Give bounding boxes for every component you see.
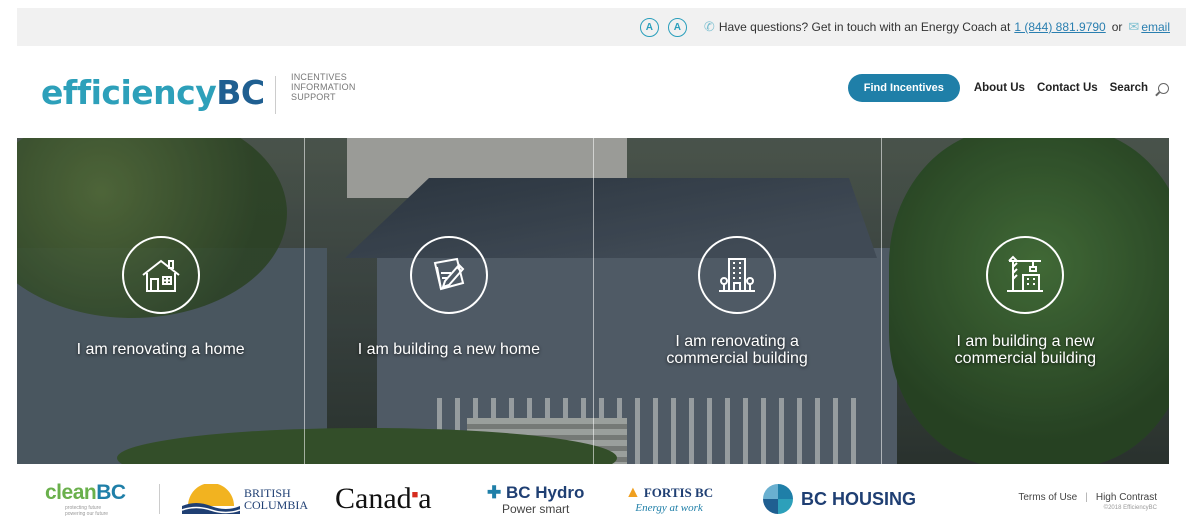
bchydro-icon: ✚ — [487, 483, 506, 502]
cleanbc-logo[interactable]: cleanBC protecting future powering our f… — [45, 470, 126, 528]
panel-label: I am renovating a commercial building — [594, 333, 881, 367]
font-decrease-button[interactable]: A — [667, 17, 687, 37]
tagline-line: INFORMATION — [291, 82, 356, 92]
fortis-sub: Energy at work — [635, 502, 703, 514]
bc-sun-icon — [182, 484, 240, 514]
font-increase-button[interactable]: A — [639, 17, 659, 37]
fortis-wordmark: ▲ FORTIS BC — [625, 484, 713, 502]
logo-text-bc: BC — [216, 73, 265, 112]
bchydro-text: BC Hydro — [505, 483, 585, 502]
canada-wordmark[interactable]: Canad ■ a — [335, 470, 432, 528]
cleanbc-bc: BC — [96, 481, 126, 504]
footer-divider — [159, 484, 160, 514]
question-text: Have questions? Get in touch with an Ene… — [718, 20, 1011, 34]
copyright: ©2018 EfficiencyBC — [1103, 505, 1157, 511]
nav-search[interactable]: Search — [1110, 82, 1148, 94]
mail-icon: ✉ — [1128, 19, 1140, 34]
bcgov-line: COLUMBIA — [244, 498, 309, 512]
footer: cleanBC protecting future powering our f… — [17, 470, 1186, 528]
panel-label: I am building a new home — [357, 341, 541, 358]
phone-icon: ✆ — [703, 19, 715, 34]
panel-label-line: commercial building — [666, 350, 808, 367]
panel-building-home[interactable]: I am building a new home — [305, 138, 594, 464]
cleanbc-sub: powering our future — [65, 511, 109, 517]
phone-link[interactable]: 1 (844) 881.9790 — [1014, 20, 1105, 34]
office-building-icon — [698, 236, 777, 314]
header: efficiencyBC INCENTIVES INFORMATION SUPP… — [17, 46, 1186, 138]
tagline-line: SUPPORT — [291, 92, 336, 102]
house-renovation-icon — [121, 236, 200, 314]
bcgov-wordmark: BRITISH COLUMBIA — [244, 487, 308, 511]
panel-renovating-commercial[interactable]: I am renovating a commercial building — [594, 138, 882, 464]
nav-about-us[interactable]: About Us — [974, 82, 1025, 94]
email-link[interactable]: email — [1141, 20, 1170, 34]
logo-text-efficiency: efficiency — [41, 73, 217, 112]
bchydro-sub: Power smart — [502, 502, 570, 516]
crane-building-icon — [986, 236, 1065, 314]
page: A A ✆ Have questions? Get in touch with … — [0, 0, 1186, 528]
main-nav: Find Incentives About Us Contact Us Sear… — [847, 74, 1169, 102]
search-icon[interactable] — [1158, 82, 1169, 94]
fortis-text: FORTIS BC — [643, 485, 714, 500]
blueprint-pencil-icon — [409, 236, 488, 314]
panel-label: I am renovating a home — [76, 341, 245, 358]
tagline-line: INCENTIVES — [291, 72, 348, 82]
footer-link-divider: | — [1085, 492, 1088, 503]
terms-of-use-link[interactable]: Terms of Use — [1018, 492, 1077, 503]
panel-label-line: commercial building — [954, 350, 1097, 367]
bchydro-wordmark: ✚ BC Hydro — [487, 483, 584, 503]
british-columbia-logo[interactable]: BRITISH COLUMBIA — [182, 470, 308, 528]
nav-contact-us[interactable]: Contact Us — [1037, 82, 1098, 94]
fortis-bc-logo[interactable]: ▲ FORTIS BC Energy at work — [625, 470, 713, 528]
cleanbc-cl: cl — [45, 481, 62, 504]
logo-divider — [275, 76, 276, 114]
bc-housing-logo[interactable]: BC HOUSING — [763, 470, 916, 528]
panel-label-line: I am renovating a — [675, 333, 799, 350]
cleanbc-ean: ean — [61, 481, 97, 504]
high-contrast-link[interactable]: High Contrast — [1096, 492, 1157, 503]
canada-flag-icon: ■ — [411, 489, 419, 501]
tagline: INCENTIVES INFORMATION SUPPORT — [291, 72, 356, 102]
panel-label: I am building a new commercial building — [882, 333, 1169, 367]
canada-text-end: a — [418, 482, 432, 515]
or-text: or — [1111, 20, 1123, 34]
cleanbc-wordmark: cleanBC — [45, 481, 126, 505]
hero-banner: I am renovating a home I am building a n… — [17, 138, 1169, 464]
canada-text: Canad — [335, 482, 412, 515]
bchousing-text: BC HOUSING — [801, 488, 917, 509]
footer-links: Terms of Use | High Contrast ©2018 Effic… — [1018, 492, 1157, 511]
bc-hydro-logo[interactable]: ✚ BC Hydro Power smart — [487, 470, 584, 528]
panel-building-commercial[interactable]: I am building a new commercial building — [882, 138, 1169, 464]
panel-renovating-home[interactable]: I am renovating a home — [17, 138, 306, 464]
utility-bar: A A ✆ Have questions? Get in touch with … — [17, 8, 1186, 46]
hero-panels: I am renovating a home I am building a n… — [17, 138, 1169, 464]
bc-housing-emblem-icon — [763, 484, 793, 514]
fortis-flame-icon: ▲ — [625, 484, 641, 501]
efficiencybc-logo[interactable]: efficiencyBC — [41, 73, 265, 112]
panel-label-line: I am building a new — [956, 333, 1095, 350]
find-incentives-button[interactable]: Find Incentives — [847, 74, 960, 102]
